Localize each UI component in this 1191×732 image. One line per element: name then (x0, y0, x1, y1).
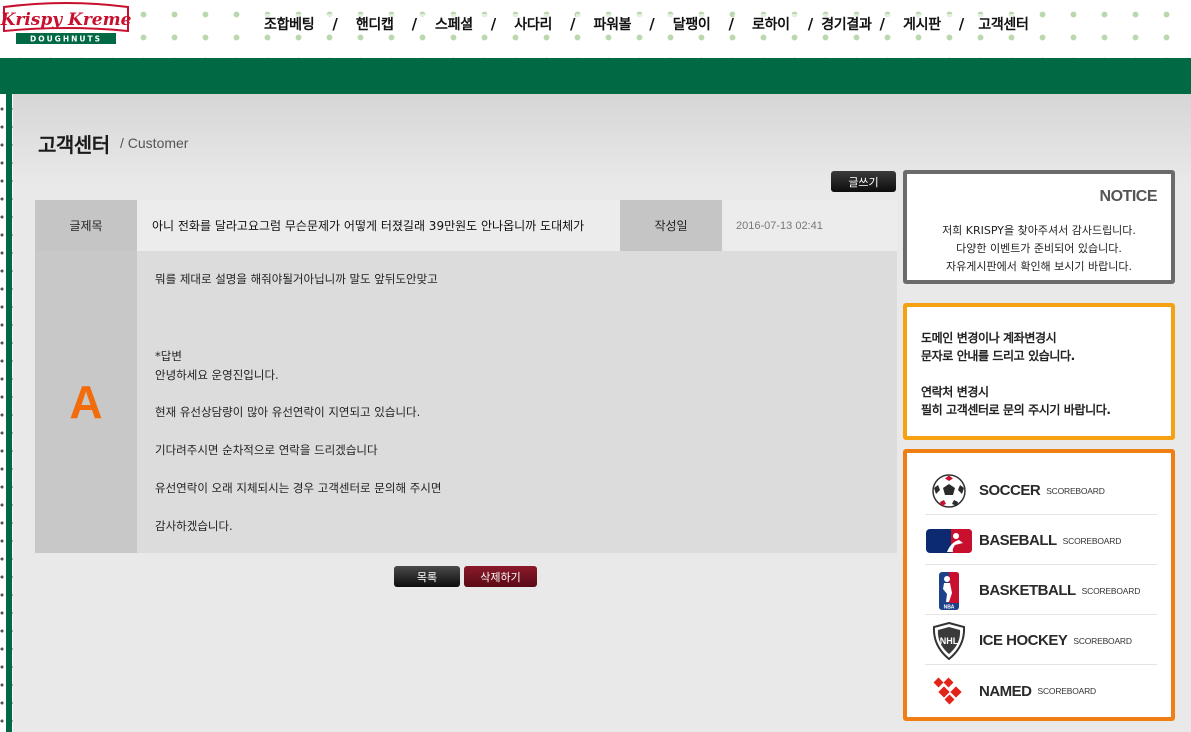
scoreboard-baseball[interactable]: BASEBALL SCOREBOARD (925, 517, 1157, 565)
page-subtitle: / Customer (120, 135, 189, 151)
scoreboard-tag: SCOREBOARD (1081, 585, 1141, 596)
title-label: 글제목 (35, 200, 137, 251)
post-header-row: 글제목 아니 전화를 달라고요그럼 무슨문제가 어떻게 터졌길래 39만원도 안… (35, 200, 897, 251)
scoreboard-tag: SCOREBOARD (1073, 635, 1132, 646)
post-line: 유선연락이 오래 지체되시는 경우 고객센터로 문의해 주시면 (155, 481, 442, 495)
svg-text:NHL: NHL (940, 636, 959, 646)
nav-item-customer-center[interactable]: 고객센터 (964, 14, 1029, 34)
post-actions: 목록 삭제하기 (394, 566, 537, 587)
scoreboard-name: BASEBALL (979, 532, 1057, 549)
soccer-ball-icon (925, 471, 973, 511)
post-line: *답변 (155, 349, 182, 363)
info-line: 도메인 변경이나 계좌변경시 (921, 331, 1057, 345)
notice-box: NOTICE 저희 KRISPY을 찾아주셔서 감사드립니다. 다양한 이벤트가… (903, 170, 1175, 284)
notice-line: 저희 KRISPY을 찾아주셔서 감사드립니다. (942, 224, 1136, 237)
named-logo-icon (925, 671, 973, 711)
scoreboard-name: SOCCER (979, 482, 1041, 499)
scoreboard-ice-hockey[interactable]: NHL ICE HOCKEY SCOREBOARD (925, 617, 1157, 665)
nba-logo-icon: NBA (925, 571, 973, 611)
info-box: 도메인 변경이나 계좌변경시 문자로 안내를 드리고 있습니다. 연락처 변경시… (903, 303, 1175, 440)
scoreboard-name: NAMED (979, 682, 1032, 700)
info-line: 필히 고객센터로 문의 주시기 바랍니다. (921, 403, 1111, 417)
svg-text:NBA: NBA (944, 604, 955, 610)
scoreboard-soccer[interactable]: SOCCER SCOREBOARD (925, 467, 1157, 515)
scoreboard-basketball[interactable]: NBA BASKETBALL SCOREBOARD (925, 567, 1157, 615)
post-date: 2016-07-13 02:41 (722, 200, 897, 251)
info-line: 연락처 변경시 (921, 385, 989, 399)
left-border-decoration (0, 94, 13, 732)
logo-text: Krispy Kreme (0, 10, 132, 30)
nav-item-handicap[interactable]: 핸디캡 (337, 14, 412, 34)
page-title: 고객센터 (38, 133, 110, 157)
notice-title: NOTICE (1099, 188, 1158, 205)
write-button[interactable]: 글쓰기 (831, 171, 896, 192)
scoreboard-named[interactable]: NAMED SCOREBOARD (925, 667, 1157, 715)
notice-line: 자유게시판에서 확인해 보시기 바랍니다. (945, 260, 1133, 273)
nav-item-powerball[interactable]: 파워볼 (575, 14, 650, 34)
mlb-logo-icon (925, 521, 973, 561)
nav-item-lowhigh[interactable]: 로하이 (733, 14, 808, 34)
notice-line: 다양한 이벤트가 준비되어 있습니다. (956, 242, 1122, 255)
scoreboard-name: BASKETBALL (979, 582, 1076, 599)
nav-item-results[interactable]: 경기결과 (813, 14, 880, 34)
post-body: A 뭐를 제대로 설명을 해줘야될거아닙니까 말도 앞뒤도안맞고 *답변 안녕하… (35, 251, 897, 553)
scoreboard-links: SOCCER SCOREBOARD BASEBALL SCOREBOARD NB… (903, 449, 1175, 721)
nav-item-special[interactable]: 스페셜 (417, 14, 491, 34)
post-line: 감사하겠습니다. (155, 519, 233, 533)
post-line: 뭐를 제대로 설명을 해줘야될거아닙니까 말도 앞뒤도안맞고 (155, 272, 438, 286)
notice-text: 저희 KRISPY을 찾아주셔서 감사드립니다. 다양한 이벤트가 준비되어 있… (907, 222, 1171, 276)
date-label: 작성일 (620, 200, 722, 251)
post-title: 아니 전화를 달라고요그럼 무슨문제가 어떻게 터졌길래 39만원도 안나옵니까… (137, 200, 620, 251)
krispy-kreme-logo[interactable]: Krispy Kreme DOUGHNUTS (0, 1, 132, 47)
nav-item-snail[interactable]: 달팽이 (654, 14, 729, 34)
answer-mark: A (69, 376, 103, 428)
main-nav: 조합베팅 / 핸디캡 / 스페셜 / 사다리 / 파워볼 / 달팽이 / 로하이… (246, 13, 1029, 35)
nav-item-combo-bet[interactable]: 조합베팅 (246, 14, 333, 34)
list-button[interactable]: 목록 (394, 566, 460, 587)
scoreboard-name: ICE HOCKEY (979, 632, 1068, 649)
logo-subtext: DOUGHNUTS (30, 35, 102, 44)
post-content: 뭐를 제대로 설명을 해줘야될거아닙니까 말도 앞뒤도안맞고 *답변 안녕하세요… (137, 251, 897, 553)
info-line: 문자로 안내를 드리고 있습니다. (921, 349, 1075, 363)
scoreboard-tag: SCOREBOARD (1037, 686, 1097, 696)
nav-item-ladder[interactable]: 사다리 (496, 14, 571, 34)
post-line: 기다려주시면 순차적으로 연락을 드리겠습니다 (155, 443, 378, 457)
scoreboard-tag: SCOREBOARD (1046, 485, 1105, 496)
top-navigation-bar: Krispy Kreme DOUGHNUTS 조합베팅 / 핸디캡 / 스페셜 … (0, 0, 1191, 58)
nav-item-board[interactable]: 게시판 (885, 14, 959, 34)
post-line: 안녕하세요 운영진입니다. (155, 368, 279, 382)
header-green-band (0, 58, 1191, 94)
post-line: 현재 유선상담량이 많아 유선연락이 지연되고 있습니다. (155, 405, 421, 419)
answer-column: A (35, 251, 137, 553)
scoreboard-tag: SCOREBOARD (1062, 535, 1122, 546)
delete-button[interactable]: 삭제하기 (464, 566, 537, 587)
nhl-logo-icon: NHL (925, 621, 973, 661)
